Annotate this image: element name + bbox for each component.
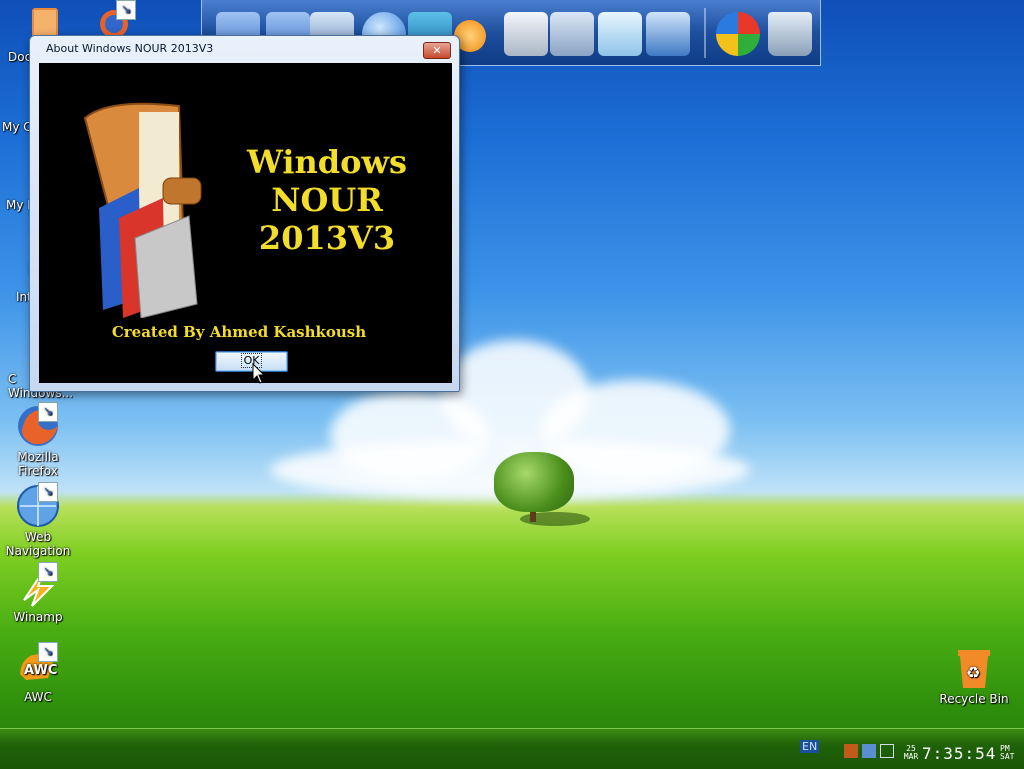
product-name-line: 2013V3 — [258, 219, 396, 257]
svg-text:♻: ♻ — [966, 663, 980, 682]
clock-date[interactable]: 25 MAR — [900, 745, 922, 761]
desktop-icon-label: Recycle Bin — [939, 692, 1009, 706]
shortcut-arrow-icon: ↘ — [38, 562, 58, 582]
dialog-titlebar[interactable]: About Windows NOUR 2013V3 ✕ — [30, 36, 459, 62]
recycle-bin-icon: ♻ — [952, 646, 996, 690]
shortcut-arrow-icon: ↘ — [38, 642, 58, 662]
dock-paint-icon[interactable] — [550, 12, 594, 56]
winamp-icon: ↘ — [16, 562, 60, 608]
shortcut-arrow-icon: ↘ — [38, 402, 58, 422]
firefox-icon: ↘ — [16, 402, 60, 448]
dialog-content: Windows NOUR 2013V3 Created By Ahmed Kas… — [39, 63, 452, 384]
close-icon: ✕ — [432, 44, 442, 57]
clock-ampm: PM SAT — [1000, 745, 1014, 761]
product-name: Windows NOUR 2013V3 — [234, 143, 420, 257]
tree — [494, 452, 574, 512]
dock-trash-icon[interactable] — [768, 12, 812, 56]
language-indicator[interactable]: EN — [800, 740, 820, 753]
close-button[interactable]: ✕ — [423, 42, 451, 59]
dialog-title: About Windows NOUR 2013V3 — [46, 42, 214, 55]
desktop-icon-label: Winamp — [13, 610, 63, 624]
dock-start-orb-icon[interactable] — [716, 12, 760, 56]
dock-calculator-icon[interactable] — [504, 12, 548, 56]
awc-icon: AWC ↘ — [16, 642, 60, 688]
product-name-line: NOUR — [271, 181, 383, 219]
dock-system-icon[interactable] — [646, 12, 690, 56]
tray-network-icon[interactable] — [880, 744, 894, 758]
svg-text:AWC: AWC — [24, 663, 57, 678]
author-credit: Created By Ahmed Kashkoush — [111, 323, 367, 341]
clock-time[interactable]: 7:35:54 — [922, 744, 996, 763]
mouse-cursor-icon — [252, 363, 266, 384]
desktop-icon-awc[interactable]: AWC ↘ AWC — [0, 642, 76, 704]
dock-separator — [704, 8, 706, 58]
clock-weekday: SAT — [1000, 752, 1015, 761]
shortcut-arrow-icon: ↘ — [116, 0, 136, 20]
desktop-icon-web-navigation[interactable]: ↘ Web Navigation — [0, 482, 76, 558]
about-dialog: About Windows NOUR 2013V3 ✕ Windows NOUR… — [29, 35, 460, 392]
desktop-icon-label: Mozilla Firefox — [17, 450, 59, 478]
desktop-icon-winamp[interactable]: ↘ Winamp — [0, 562, 76, 624]
desktop-icon-label: AWC — [24, 690, 52, 704]
desktop-icon-recycle-bin[interactable]: ♻ Recycle Bin — [936, 646, 1012, 706]
books-logo-icon — [83, 102, 202, 318]
tray-security-icon[interactable] — [844, 744, 858, 758]
tray-display-icon[interactable] — [862, 744, 876, 758]
shortcut-arrow-icon: ↘ — [38, 482, 58, 502]
product-name-line: Windows — [246, 143, 408, 181]
desktop-icon-label: Web Navigation — [5, 530, 71, 558]
desktop-icon-mozilla-firefox[interactable]: ↘ Mozilla Firefox — [0, 402, 76, 478]
globe-icon: ↘ — [16, 482, 60, 528]
clock-month: MAR — [903, 752, 919, 761]
dock-notepad-icon[interactable] — [598, 12, 642, 56]
